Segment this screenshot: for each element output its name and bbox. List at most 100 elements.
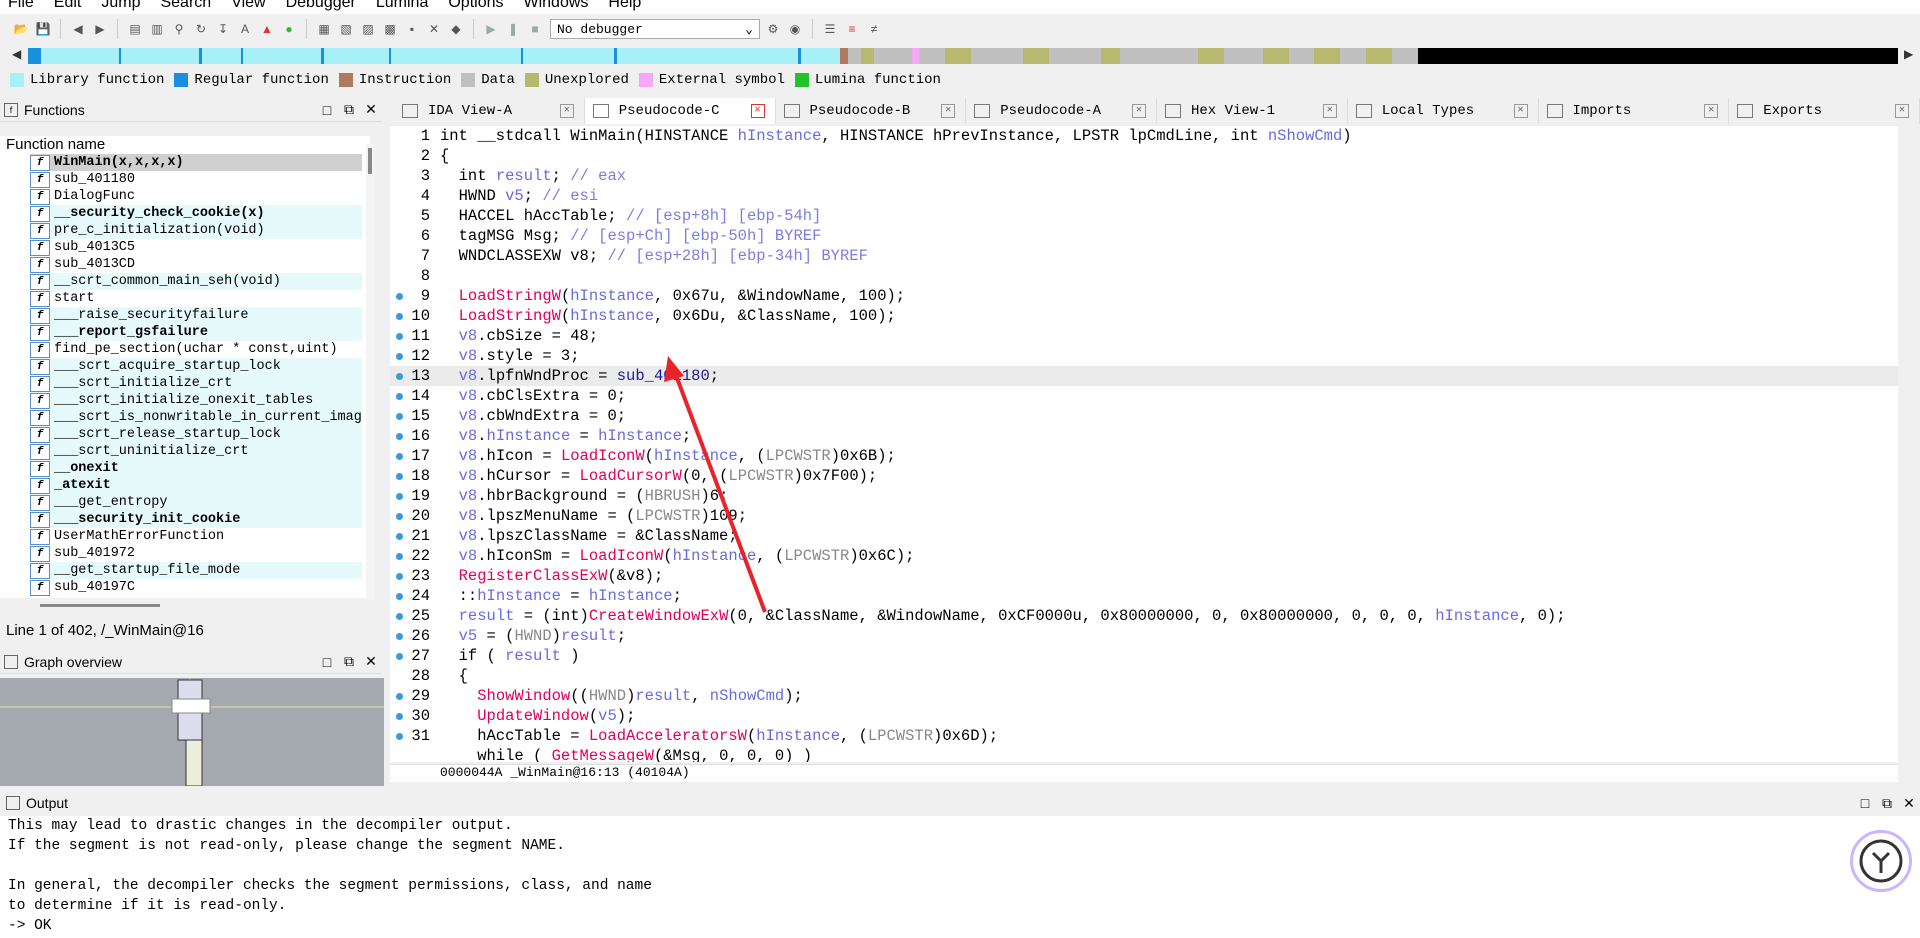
code-scrollbar[interactable] [1898, 126, 1920, 782]
nav-segment[interactable] [800, 48, 840, 64]
nav-left-icon[interactable]: ◀ [12, 47, 21, 61]
close-icon[interactable]: ✕ [360, 653, 382, 670]
code-text[interactable]: RegisterClassExW(&v8); [434, 567, 664, 585]
code-text[interactable]: while ( GetMessageW(&Msg, 0, 0, 0) ) [434, 747, 812, 762]
code-line[interactable]: while ( GetMessageW(&Msg, 0, 0, 0) ) [390, 746, 1898, 762]
code-line[interactable]: 9 LoadStringW(hInstance, 0x67u, &WindowN… [390, 286, 1898, 306]
code-text[interactable]: v8.style = 3; [434, 347, 580, 365]
function-row[interactable]: f ___scrt_uninitialize_crt [30, 443, 362, 460]
nav-segment[interactable] [121, 48, 200, 64]
code-line[interactable]: 15 v8.cbWndExtra = 0; [390, 406, 1898, 426]
run-icon[interactable]: ▶ [482, 20, 500, 38]
navigation-strip[interactable] [28, 48, 1899, 64]
nav-segment[interactable] [1100, 48, 1120, 64]
code-icon[interactable]: ▦ [315, 20, 333, 38]
tab-pseudocode-a[interactable]: Pseudocode-A ✕ [966, 98, 1157, 124]
menu-help[interactable]: Help [608, 0, 641, 11]
code-text[interactable]: v8.lpfnWndProc = sub_401180; [434, 367, 719, 385]
viewport-box[interactable] [171, 698, 211, 714]
nav-segment[interactable] [616, 48, 799, 64]
output-log[interactable]: This may lead to drastic changes in the … [0, 816, 1920, 938]
close-icon[interactable]: ✕ [1898, 795, 1920, 812]
nav-segment[interactable] [1418, 48, 1899, 64]
code-line[interactable]: 5 HACCEL hAccTable; // [esp+8h] [ebp-54h… [390, 206, 1898, 226]
nav-segment[interactable] [918, 48, 945, 64]
breakpoint-dot-icon[interactable] [396, 353, 403, 360]
breakpoint-dot-icon[interactable] [396, 573, 403, 580]
back-icon[interactable]: ◀ [69, 20, 87, 38]
maximize-icon[interactable]: □ [316, 654, 338, 670]
code-line[interactable]: 31 hAccTable = LoadAcceleratorsW(hInstan… [390, 726, 1898, 746]
maximize-icon[interactable]: □ [1854, 795, 1876, 811]
code-text[interactable]: HWND v5; // esi [434, 187, 599, 205]
menu-windows[interactable]: Windows [523, 0, 588, 11]
function-row[interactable]: f sub_4013C5 [30, 239, 362, 256]
code-line[interactable]: 16 v8.hInstance = hInstance; [390, 426, 1898, 446]
jump-icon[interactable]: ↧ [214, 20, 232, 38]
code-text[interactable]: v8.hIconSm = LoadIconW(hInstance, (LPCWS… [434, 547, 915, 565]
code-line[interactable]: 11 v8.cbSize = 48; [390, 326, 1898, 346]
code-line[interactable]: 21 v8.lpszClassName = &ClassName; [390, 526, 1898, 546]
code-text[interactable]: v8.lpszMenuName = (LPCWSTR)109; [434, 507, 747, 525]
nav-segment[interactable] [1340, 48, 1367, 64]
function-row[interactable]: f ___raise_securityfailure [30, 307, 362, 324]
code-text[interactable]: HACCEL hAccTable; // [esp+8h] [ebp-54h] [434, 207, 822, 225]
code-text[interactable]: v8.cbWndExtra = 0; [434, 407, 626, 425]
function-list-hscrollbar[interactable] [40, 604, 160, 607]
stop-icon[interactable]: ■ [526, 20, 544, 38]
nav-segment[interactable] [970, 48, 1023, 64]
code-text[interactable]: tagMSG Msg; // [esp+Ch] [ebp-50h] BYREF [434, 227, 822, 245]
segment-icon[interactable]: ▲ [258, 20, 276, 38]
function-row[interactable]: f sub_40197C [30, 579, 362, 596]
function-row[interactable]: f ___scrt_acquire_startup_lock [30, 358, 362, 375]
breakpoint-dot-icon[interactable] [396, 693, 403, 700]
tag-icon[interactable]: ◆ [447, 20, 465, 38]
close-icon[interactable]: ✕ [559, 104, 574, 118]
close-icon[interactable]: ✕ [1132, 104, 1146, 118]
function-row[interactable]: f sub_401180 [30, 171, 362, 188]
function-row[interactable]: f __get_startup_file_mode [30, 562, 362, 579]
nav-segment[interactable] [323, 48, 389, 64]
menu-lumina[interactable]: Lumina [376, 0, 428, 11]
code-line[interactable]: 29 ShowWindow((HWND)result, nShowCmd); [390, 686, 1898, 706]
nav-segment[interactable] [1392, 48, 1419, 64]
function-row[interactable]: f UserMathErrorFunction [30, 528, 362, 545]
float-icon[interactable]: ⧉ [338, 101, 360, 118]
breakpoint-icon[interactable]: ◉ [786, 20, 804, 38]
nav-segment[interactable] [847, 48, 861, 64]
close-icon[interactable]: ✕ [1322, 104, 1337, 118]
breakpoint-dot-icon[interactable] [396, 453, 403, 460]
function-name-column-header[interactable]: Function name [0, 136, 370, 154]
code-line[interactable]: 23 RegisterClassExW(&v8); [390, 566, 1898, 586]
code-line[interactable]: 19 v8.hbrBackground = (HBRUSH)6; [390, 486, 1898, 506]
code-line[interactable]: 2{ [390, 146, 1898, 166]
code-line[interactable]: 22 v8.hIconSm = LoadIconW(hInstance, (LP… [390, 546, 1898, 566]
function-row[interactable]: f ___report_gsfailure [30, 324, 362, 341]
breakpoint-dot-icon[interactable] [396, 733, 403, 740]
function-list[interactable]: Function name f WinMain(x,x,x,x) f sub_4011… [0, 136, 370, 598]
nav-segment[interactable] [1288, 48, 1315, 64]
nav-segment[interactable] [201, 48, 241, 64]
save-icon[interactable]: 💾 [34, 20, 52, 38]
breakpoint-dot-icon[interactable] [396, 633, 403, 640]
nav-segment[interactable] [944, 48, 971, 64]
code-line[interactable]: 10 LoadStringW(hInstance, 0x6Du, &ClassN… [390, 306, 1898, 326]
breakpoint-dot-icon[interactable] [396, 613, 403, 620]
breakpoint-dot-icon[interactable] [396, 293, 403, 300]
code-text[interactable]: { [434, 147, 449, 165]
breakpoint-dot-icon[interactable] [396, 433, 403, 440]
function-row[interactable]: f __scrt_common_main_seh(void) [30, 273, 362, 290]
lumina-icon[interactable]: ● [280, 20, 298, 38]
function-row[interactable]: f find_pe_section(uchar * const,uint) [30, 341, 362, 358]
breakpoint-dot-icon[interactable] [396, 553, 403, 560]
breakpoint-dot-icon[interactable] [396, 393, 403, 400]
pseudocode-view[interactable]: 1 int __stdcall WinMain(HINSTANCE hInstan… [390, 126, 1898, 762]
binary-icon[interactable]: ▤ [126, 20, 144, 38]
nav-segment[interactable] [1022, 48, 1049, 64]
tab-pseudocode-b[interactable]: Pseudocode-B ✕ [776, 98, 967, 124]
open-icon[interactable]: 📂 [12, 20, 30, 38]
nav-segment[interactable] [1119, 48, 1198, 64]
code-line[interactable]: 6 tagMSG Msg; // [esp+Ch] [ebp-50h] BYRE… [390, 226, 1898, 246]
nav-segment[interactable] [1048, 48, 1101, 64]
code-text[interactable]: v8.cbClsExtra = 0; [434, 387, 626, 405]
